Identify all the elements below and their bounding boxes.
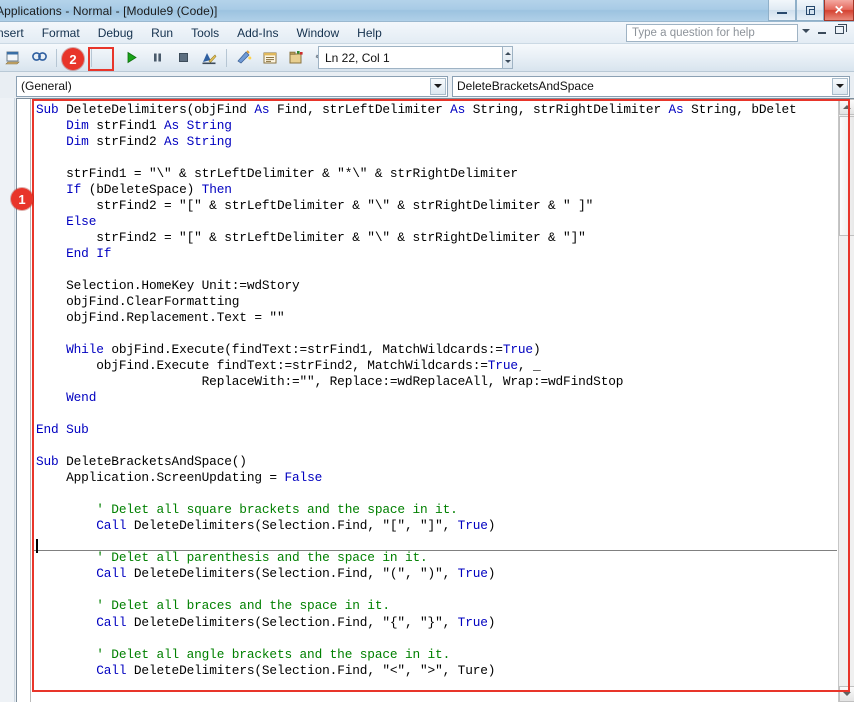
- design-mode-icon[interactable]: [197, 46, 221, 70]
- menu-item-debug[interactable]: Debug: [89, 24, 142, 42]
- close-button[interactable]: ✕: [824, 0, 854, 21]
- restore-button[interactable]: [796, 0, 824, 21]
- scroll-thumb[interactable]: [839, 116, 854, 236]
- annotation-badge-1: 1: [11, 188, 33, 210]
- reset-icon[interactable]: [171, 46, 195, 70]
- menu-item-addins[interactable]: Add-Ins: [228, 24, 287, 42]
- title-bar: Applications - Normal - [Module9 (Code)]…: [0, 0, 854, 22]
- menu-item-help[interactable]: Help: [348, 24, 391, 42]
- object-combo[interactable]: (General): [16, 75, 448, 97]
- toolbar-separator: [226, 48, 227, 67]
- document-restore-icon[interactable]: [835, 24, 847, 34]
- toolbar-separator: [56, 48, 57, 67]
- combo-bar: (General) DeleteBracketsAndSpace: [0, 72, 854, 98]
- menu-item-format[interactable]: Format: [33, 24, 89, 42]
- chevron-down-icon[interactable]: [832, 77, 848, 95]
- procedure-combo[interactable]: DeleteBracketsAndSpace: [452, 75, 850, 97]
- procedure-separator: [32, 550, 837, 551]
- minimize-button[interactable]: [768, 0, 796, 21]
- minimize-icon: [777, 12, 787, 14]
- tool-bar: ? Ln 22, Col 1: [0, 44, 854, 72]
- text-caret: [36, 539, 38, 553]
- window-title: Applications - Normal - [Module9 (Code)]: [0, 3, 218, 18]
- code-editor[interactable]: Sub DeleteDelimiters(objFind As Find, st…: [32, 99, 837, 702]
- annotation-badge-2: 2: [62, 48, 84, 70]
- menu-item-tools[interactable]: Tools: [182, 24, 228, 42]
- line-column-status: Ln 22, Col 1: [318, 46, 510, 69]
- status-spinner-button[interactable]: [502, 46, 513, 69]
- scroll-up-button[interactable]: [839, 99, 854, 115]
- find-icon[interactable]: [27, 46, 51, 70]
- object-combo-value: (General): [21, 79, 72, 93]
- help-dropdown-icon[interactable]: [802, 29, 810, 33]
- help-search-input[interactable]: Type a question for help: [626, 24, 798, 42]
- window-controls: ✕: [768, 0, 854, 21]
- scroll-down-button[interactable]: [839, 686, 854, 702]
- restore-icon: [805, 5, 815, 15]
- chevron-down-icon[interactable]: [430, 77, 446, 95]
- code-pane[interactable]: Sub DeleteDelimiters(objFind As Find, st…: [16, 98, 854, 702]
- run-icon[interactable]: [119, 46, 143, 70]
- view-word-icon[interactable]: [1, 46, 25, 70]
- document-minimize-icon[interactable]: [818, 32, 826, 34]
- left-scroll-strip[interactable]: [0, 98, 15, 702]
- code-vertical-scrollbar[interactable]: [838, 99, 854, 702]
- procedure-combo-value: DeleteBracketsAndSpace: [457, 79, 594, 93]
- code-text[interactable]: Sub DeleteDelimiters(objFind As Find, st…: [32, 99, 837, 679]
- project-explorer-icon[interactable]: [232, 46, 256, 70]
- break-icon[interactable]: [145, 46, 169, 70]
- menu-item-insert[interactable]: nsert: [0, 24, 33, 42]
- toolbar-separator: [91, 48, 92, 67]
- object-browser-icon[interactable]: [284, 46, 308, 70]
- properties-window-icon[interactable]: [258, 46, 282, 70]
- vba-editor-window: Applications - Normal - [Module9 (Code)]…: [0, 0, 854, 702]
- menu-item-run[interactable]: Run: [142, 24, 182, 42]
- menu-item-window[interactable]: Window: [287, 24, 348, 42]
